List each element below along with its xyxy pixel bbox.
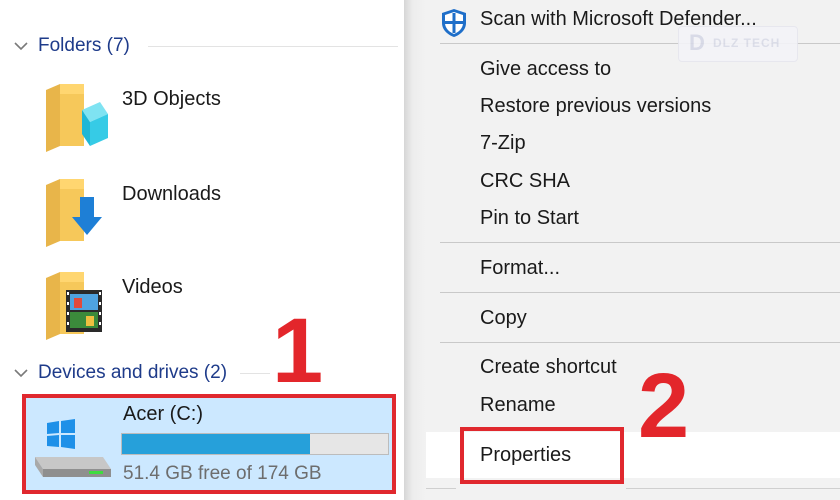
defender-shield-icon (442, 9, 466, 37)
devices-divider (240, 373, 270, 374)
menu-label-rename: Rename (480, 394, 556, 416)
folders-divider (148, 46, 398, 47)
menu-separator (440, 342, 840, 343)
annotation-box-properties (460, 427, 624, 484)
context-menu: Scan with Microsoft Defender... D DLZ TE… (426, 0, 840, 500)
downloads-folder-icon (46, 179, 102, 247)
menu-label-7zip: 7-Zip (480, 132, 526, 154)
folder-item-3d-objects[interactable]: 3D Objects (40, 80, 380, 160)
menu-item-crc-sha[interactable]: CRC SHA (426, 164, 840, 200)
annotation-box-drive (22, 394, 396, 494)
menu-separator (440, 292, 840, 293)
folders-group-header[interactable]: Folders (7) (12, 33, 130, 59)
videos-folder-icon (46, 272, 102, 340)
menu-item-create-shortcut[interactable]: Create shortcut (426, 350, 840, 386)
menu-item-give-access[interactable]: Give access to (426, 52, 840, 88)
bottom-rule-left (426, 488, 456, 489)
folder-item-downloads[interactable]: Downloads (40, 175, 380, 255)
menu-item-7zip[interactable]: 7-Zip (426, 126, 840, 162)
menu-label-copy: Copy (480, 307, 527, 329)
menu-label-give-access: Give access to (480, 58, 612, 80)
menu-item-rename[interactable]: Rename (426, 388, 840, 424)
bottom-rule-right (626, 488, 840, 489)
folder-item-videos[interactable]: Videos (40, 268, 380, 348)
menu-item-format[interactable]: Format... (426, 251, 840, 287)
menu-item-copy[interactable]: Copy (426, 301, 840, 337)
menu-label-restore-versions: Restore previous versions (480, 95, 712, 117)
folder-label-downloads: Downloads (122, 183, 221, 205)
devices-group-title: Devices and drives (2) (38, 362, 228, 383)
3d-objects-folder-icon (46, 84, 108, 152)
devices-group-header[interactable]: Devices and drives (2) (12, 360, 227, 386)
annotation-step-2: 2 (638, 355, 690, 457)
chevron-down-icon[interactable] (12, 37, 30, 55)
menu-label-format: Format... (480, 257, 561, 279)
watermark-text: DLZ TECH (713, 36, 781, 50)
context-menu-shadow (404, 0, 426, 500)
menu-label-crc-sha: CRC SHA (480, 170, 571, 192)
explorer-pane: Folders (7) 3D Objects Downloads Videos … (0, 0, 410, 500)
chevron-down-icon[interactable] (12, 364, 30, 382)
menu-item-restore-versions[interactable]: Restore previous versions (426, 89, 840, 125)
menu-label-pin-to-start: Pin to Start (480, 207, 579, 229)
folder-label-3d-objects: 3D Objects (122, 88, 221, 110)
menu-item-pin-to-start[interactable]: Pin to Start (426, 201, 840, 237)
menu-label-create-shortcut: Create shortcut (480, 356, 617, 378)
annotation-step-1: 1 (272, 300, 324, 402)
folder-label-videos: Videos (122, 276, 183, 298)
menu-separator (440, 242, 840, 243)
folders-group-title: Folders (7) (38, 35, 130, 56)
